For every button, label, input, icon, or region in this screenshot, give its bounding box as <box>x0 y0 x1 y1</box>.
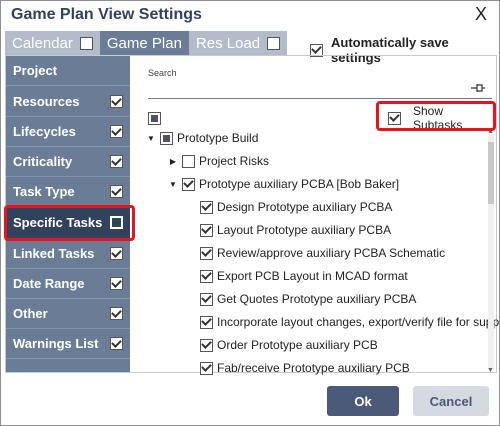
dialog-title: Game Plan View Settings <box>11 6 202 23</box>
tree-checkbox[interactable] <box>200 361 213 375</box>
sidebar-item-warnings-list[interactable]: Warnings List <box>6 329 130 359</box>
sidebar-item-label: Other <box>13 306 48 321</box>
tree-checkbox[interactable] <box>200 200 213 214</box>
sidebar-checkbox-criticality[interactable] <box>110 155 123 168</box>
select-all-checkbox[interactable] <box>148 111 161 125</box>
cancel-button[interactable]: Cancel <box>413 386 489 416</box>
sidebar-item-resources[interactable]: Resources <box>6 87 130 117</box>
tab-game-plan[interactable]: Game Plan <box>99 31 189 55</box>
sidebar-item-label: Linked Tasks <box>13 246 95 261</box>
tree-checkbox[interactable] <box>200 338 213 352</box>
sidebar-checkbox-specific-tasks[interactable] <box>110 216 123 229</box>
tree-row-task[interactable]: Review/approve auxiliary PCBA Schematic <box>200 243 445 263</box>
tree-label: Export PCB Layout in MCAD format <box>217 269 408 283</box>
tree-checkbox[interactable] <box>160 131 173 145</box>
tab-bar: Calendar Game Plan Res Load <box>5 31 288 55</box>
scroll-up-icon[interactable]: ▲ <box>487 128 494 135</box>
scroll-thumb[interactable] <box>488 142 494 204</box>
tree-label: Design Prototype auxiliary PCBA <box>217 200 393 214</box>
scroll-down-icon[interactable]: ▼ <box>487 367 494 374</box>
sidebar-item-label: Project <box>13 63 58 78</box>
sidebar-checkbox-warnings-list[interactable] <box>110 337 123 350</box>
tree-label: Fab/receive Prototype auxiliary PCB <box>217 361 410 375</box>
search-input[interactable] <box>148 81 492 99</box>
tree-root-row[interactable] <box>148 108 165 128</box>
tree-checkbox[interactable] <box>200 292 213 306</box>
tree-label: Prototype Build <box>177 131 259 145</box>
tree-checkbox[interactable] <box>200 246 213 260</box>
view-settings-dialog: Game Plan View Settings X Calendar Game … <box>0 0 500 426</box>
sidebar-checkbox-other[interactable] <box>110 307 123 320</box>
tree-label: Get Quotes Prototype auxiliary PCBA <box>217 292 417 306</box>
ok-button[interactable]: Ok <box>327 386 399 416</box>
tree-row-task[interactable]: Layout Prototype auxiliary PCBA <box>200 220 391 240</box>
show-subtasks-option[interactable]: Show Subtasks <box>388 104 494 132</box>
sidebar-item-label: Warnings List <box>13 336 99 351</box>
sidebar-item-project[interactable]: Project <box>6 56 130 86</box>
tree-label: Order Prototype auxiliary PCB <box>217 338 378 352</box>
sidebar-item-other[interactable]: Other <box>6 299 130 329</box>
tree-row-project-risks[interactable]: ▶ Project Risks <box>168 151 269 171</box>
sidebar-item-label: Lifecycles <box>13 124 76 139</box>
sidebar-item-label: Resources <box>13 94 80 109</box>
tree-label: Incorporate layout changes, export/verif… <box>217 315 500 329</box>
sidebar-item-linked-tasks[interactable]: Linked Tasks <box>6 239 130 269</box>
collapse-icon[interactable]: ▼ <box>168 180 178 189</box>
collapse-icon[interactable]: ▼ <box>146 134 156 143</box>
tree-row-prototype-build[interactable]: ▼ Prototype Build <box>146 128 258 148</box>
tree-checkbox[interactable] <box>200 315 213 329</box>
sidebar-item-label: Criticality <box>13 154 73 169</box>
expand-icon[interactable]: ▶ <box>168 157 178 166</box>
sidebar-item-task-type[interactable]: Task Type <box>6 177 130 207</box>
sidebar-checkbox-resources[interactable] <box>110 95 123 108</box>
sidebar-item-label: Task Type <box>13 184 75 199</box>
tab-res-load-label: Res Load <box>195 34 261 52</box>
sidebar-checkbox-task-type[interactable] <box>110 185 123 198</box>
tab-calendar-label: Calendar <box>12 34 73 52</box>
close-button[interactable]: X <box>475 4 487 25</box>
tree-row-task[interactable]: Get Quotes Prototype auxiliary PCBA <box>200 289 416 309</box>
sidebar: Project Resources Lifecycles Criticality… <box>6 56 130 372</box>
sidebar-item-specific-tasks[interactable]: Specific Tasks <box>6 207 130 239</box>
sidebar-item-lifecycles[interactable]: Lifecycles <box>6 117 130 147</box>
sidebar-checkbox-lifecycles[interactable] <box>110 125 123 138</box>
sidebar-checkbox-date-range[interactable] <box>110 277 123 290</box>
tree-checkbox[interactable] <box>182 177 195 191</box>
show-subtasks-checkbox[interactable] <box>388 111 401 125</box>
tree-row-task[interactable]: Fab/receive Prototype auxiliary PCB <box>200 358 410 378</box>
tab-res-load-checkbox[interactable] <box>267 36 281 50</box>
tab-game-plan-label: Game Plan <box>106 34 182 52</box>
search-label: Search <box>148 68 177 78</box>
tree-label: Prototype auxiliary PCBA [Bob Baker] <box>199 177 400 191</box>
tab-calendar[interactable]: Calendar <box>5 31 100 55</box>
sidebar-item-date-range[interactable]: Date Range <box>6 269 130 299</box>
tab-res-load[interactable]: Res Load <box>188 31 288 55</box>
sidebar-item-label: Specific Tasks <box>13 215 103 230</box>
sidebar-item-label: Date Range <box>13 276 85 291</box>
settings-body: Project Resources Lifecycles Criticality… <box>5 55 500 375</box>
tree-checkbox[interactable] <box>200 269 213 283</box>
tree-checkbox[interactable] <box>200 223 213 237</box>
tree-scrollbar[interactable]: ▲ ▼ <box>486 128 496 374</box>
tree-row-task[interactable]: Order Prototype auxiliary PCB <box>200 335 378 355</box>
tree-label: Review/approve auxiliary PCBA Schematic <box>217 246 446 260</box>
tree-label: Layout Prototype auxiliary PCBA <box>217 223 392 237</box>
sidebar-item-criticality[interactable]: Criticality <box>6 147 130 177</box>
tree-row-auxiliary-pcba[interactable]: ▼ Prototype auxiliary PCBA [Bob Baker] <box>168 174 399 194</box>
main-panel: Search Show Subtasks ▼ Prototype Build ▶… <box>130 56 500 375</box>
tree-row-task[interactable]: Export PCB Layout in MCAD format <box>200 266 408 286</box>
tab-calendar-checkbox[interactable] <box>79 36 93 50</box>
tree-label: Project Risks <box>199 154 270 168</box>
title-bar: Game Plan View Settings X <box>1 1 499 31</box>
pin-icon[interactable] <box>470 82 486 94</box>
tree-row-task[interactable]: Design Prototype auxiliary PCBA <box>200 197 392 217</box>
show-subtasks-label: Show Subtasks <box>413 104 463 132</box>
sidebar-checkbox-linked-tasks[interactable] <box>110 247 123 260</box>
tree-checkbox[interactable] <box>182 154 195 168</box>
tree-row-task[interactable]: Incorporate layout changes, export/verif… <box>200 312 500 332</box>
